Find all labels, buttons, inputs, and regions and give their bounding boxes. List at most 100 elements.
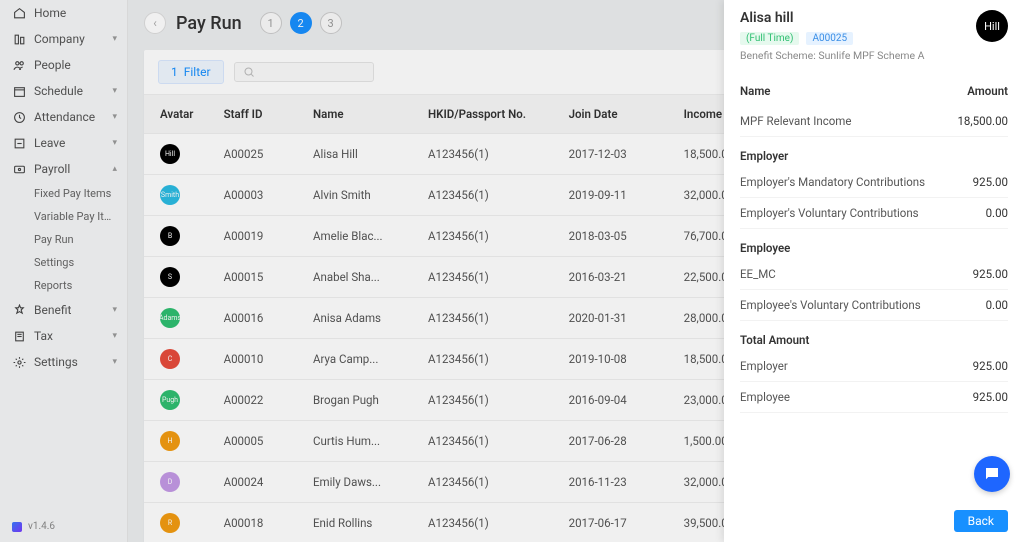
benefit-icon (12, 303, 26, 317)
cell-staff-id: A00019 (216, 216, 305, 257)
cell-join-date: 2016-11-23 (561, 462, 676, 503)
sidebar-item-schedule[interactable]: Schedule▾ (0, 78, 127, 104)
cell-hkid: A123456(1) (420, 339, 561, 380)
employer-voluntary-label: Employer's Voluntary Contributions (740, 206, 986, 220)
employer-group-title: Employer (740, 137, 1008, 167)
cell-hkid: A123456(1) (420, 216, 561, 257)
cell-name: Emily Daws... (305, 462, 420, 503)
filter-button[interactable]: 1 Filter (158, 60, 224, 84)
sidebar-item-label: Attendance (34, 110, 95, 124)
chevron-down-icon: ▾ (112, 331, 117, 341)
cell-hkid: A123456(1) (420, 503, 561, 542)
cell-join-date: 2017-12-03 (561, 134, 676, 175)
cell-staff-id: A00003 (216, 175, 305, 216)
chat-icon (983, 465, 1001, 483)
cell-hkid: A123456(1) (420, 175, 561, 216)
chevron-down-icon: ▾ (112, 86, 117, 96)
benefit-scheme-label: Benefit Scheme: (740, 49, 816, 62)
cell-join-date: 2019-10-08 (561, 339, 676, 380)
wizard-step-2[interactable]: 2 (290, 12, 312, 34)
avatar: H (160, 431, 180, 451)
cell-hkid: A123456(1) (420, 380, 561, 421)
total-employee-value: 925.00 (973, 390, 1008, 404)
sidebar-subitem-variable-pay-ite-[interactable]: Variable Pay Ite... (0, 205, 127, 228)
cell-staff-id: A00015 (216, 257, 305, 298)
cell-join-date: 2016-03-21 (561, 257, 676, 298)
cell-name: Enid Rollins (305, 503, 420, 542)
cell-staff-id: A00016 (216, 298, 305, 339)
employee-voluntary-label: Employee's Voluntary Contributions (740, 298, 986, 312)
col-header-join-date[interactable]: Join Date (561, 95, 676, 134)
avatar: D (160, 472, 180, 492)
back-icon-button[interactable]: ‹ (144, 12, 166, 34)
sidebar-item-label: Company (34, 32, 85, 46)
total-amount-title: Total Amount (740, 321, 1008, 351)
employer-mandatory-value: 925.00 (973, 175, 1008, 189)
sidebar-item-label: People (34, 58, 71, 72)
total-employee-label: Employee (740, 390, 973, 404)
cell-staff-id: A00010 (216, 339, 305, 380)
sidebar-item-company[interactable]: Company▾ (0, 26, 127, 52)
cell-hkid: A123456(1) (420, 134, 561, 175)
search-input[interactable] (234, 62, 374, 82)
total-employer-value: 925.00 (973, 359, 1008, 373)
employee-voluntary-value: 0.00 (986, 298, 1008, 312)
leave-icon (12, 136, 26, 150)
ee-mc-label: EE_MC (740, 267, 973, 281)
avatar: Hill (160, 144, 180, 164)
cell-hkid: A123456(1) (420, 462, 561, 503)
col-header-name[interactable]: Name (305, 95, 420, 134)
wizard-step-3[interactable]: 3 (320, 12, 342, 34)
sidebar-item-home[interactable]: Home (0, 0, 127, 26)
benefit-scheme-value: Sunlife MPF Scheme A (818, 49, 924, 62)
sidebar-item-settings[interactable]: Settings▾ (0, 349, 127, 375)
cell-staff-id: A00018 (216, 503, 305, 542)
drawer-back-button[interactable]: Back (954, 510, 1008, 532)
employer-mandatory-label: Employer's Mandatory Contributions (740, 175, 973, 189)
col-header-staff-id[interactable]: Staff ID (216, 95, 305, 134)
chevron-down-icon: ▾ (112, 305, 117, 315)
sidebar-item-label: Benefit (34, 303, 71, 317)
avatar: Adams (160, 308, 180, 328)
wizard-step-1[interactable]: 1 (260, 12, 282, 34)
ee-mc-value: 925.00 (973, 267, 1008, 281)
sidebar-item-tax[interactable]: Tax▾ (0, 323, 127, 349)
sidebar-item-payroll[interactable]: Payroll▴ (0, 156, 127, 182)
sidebar-item-benefit[interactable]: Benefit ▾ (0, 297, 127, 323)
mpf-income-value: 18,500.00 (957, 114, 1008, 128)
cell-name: Anabel Sha... (305, 257, 420, 298)
logo-icon (12, 522, 22, 532)
avatar: R (160, 513, 180, 533)
avatar: B (160, 226, 180, 246)
avatar: S (160, 267, 180, 287)
sidebar-subitem-fixed-pay-items[interactable]: Fixed Pay Items (0, 182, 127, 205)
chevron-up-icon: ▴ (112, 164, 117, 174)
sidebar-item-label: Leave (34, 136, 65, 150)
company-icon (12, 32, 26, 46)
sidebar-item-leave[interactable]: Leave▾ (0, 130, 127, 156)
cell-staff-id: A00005 (216, 421, 305, 462)
total-employer-label: Employer (740, 359, 973, 373)
cell-staff-id: A00025 (216, 134, 305, 175)
mpf-income-label: MPF Relevant Income (740, 114, 957, 128)
employer-voluntary-value: 0.00 (986, 206, 1008, 220)
sidebar-subitem-pay-run[interactable]: Pay Run (0, 228, 127, 251)
sidebar: HomeCompany▾PeopleSchedule▾Attendance▾Le… (0, 0, 128, 542)
cell-join-date: 2017-06-17 (561, 503, 676, 542)
drawer-employee-name: Alisa hill (740, 10, 964, 26)
settings-icon (12, 355, 26, 369)
sidebar-subitem-reports[interactable]: Reports (0, 274, 127, 297)
avatar: Pugh (160, 390, 180, 410)
chat-support-button[interactable] (974, 456, 1010, 492)
cell-join-date: 2020-01-31 (561, 298, 676, 339)
sidebar-item-label: Home (34, 6, 66, 20)
cell-join-date: 2016-09-04 (561, 380, 676, 421)
sidebar-subitem-settings[interactable]: Settings (0, 251, 127, 274)
sidebar-item-people[interactable]: People (0, 52, 127, 78)
cell-name: Arya Camp... (305, 339, 420, 380)
col-header-hkid-passport-no-[interactable]: HKID/Passport No. (420, 95, 561, 134)
sidebar-item-attendance[interactable]: Attendance▾ (0, 104, 127, 130)
col-header-avatar[interactable]: Avatar (144, 95, 216, 134)
app-version: v1.4.6 (0, 511, 127, 542)
cell-staff-id: A00024 (216, 462, 305, 503)
